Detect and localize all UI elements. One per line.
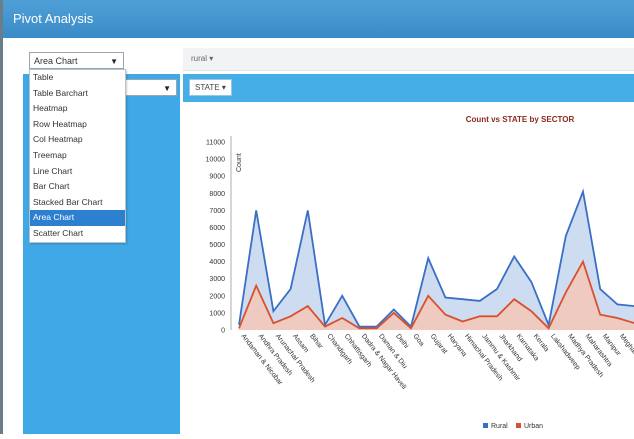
legend-swatch-rural [483, 423, 488, 428]
y-tick-label: 5000 [209, 242, 225, 249]
renderer-option[interactable]: Row Heatmap [30, 117, 125, 133]
area-chart: Count vs STATE by SECTOR Count 0 1000 2000 30… [206, 115, 634, 430]
chevron-down-icon: ▼ [110, 57, 118, 66]
renderer-option[interactable]: Scatter Chart [30, 226, 125, 242]
renderer-option[interactable]: Table Barchart [30, 86, 125, 102]
y-tick-label: 6000 [209, 225, 225, 232]
renderer-option[interactable]: Area Chart [30, 210, 125, 226]
y-tick-label: 7000 [209, 208, 225, 215]
y-tick-label: 10000 [206, 157, 226, 164]
renderer-option[interactable]: Bar Chart [30, 179, 125, 195]
x-tick-label: Goa [411, 333, 425, 348]
x-tick-label: Meghalaya [618, 333, 634, 364]
legend-label-urban: Urban [524, 423, 543, 430]
x-tick-label: Bihar [308, 333, 324, 351]
column-fields-bar: rural ▾ [183, 48, 634, 71]
y-tick-label: 1000 [209, 310, 225, 317]
y-tick-label: 2000 [209, 293, 225, 300]
renderer-dropdown-list: Table Table Barchart Heatmap Row Heatmap Col… [29, 69, 126, 243]
y-tick-label: 3000 [209, 276, 225, 283]
app-window: Pivot Analysis Area Chart ▼ ▼ Table Table… [0, 0, 634, 434]
chart-title: Count vs STATE by SECTOR [466, 115, 575, 124]
renderer-select[interactable]: Area Chart ▼ [29, 52, 124, 69]
renderer-option[interactable]: Line Chart [30, 164, 125, 180]
row-field-pill[interactable]: STATE ▾ [189, 79, 232, 96]
renderer-option[interactable]: Col Heatmap [30, 132, 125, 148]
y-tick-label: 8000 [209, 191, 225, 198]
window-title: Pivot Analysis [13, 11, 94, 26]
chart-area: Count vs STATE by SECTOR Count 0 1000 2000 30… [183, 102, 634, 434]
renderer-select-value: Area Chart [34, 56, 78, 66]
legend-label-rural: Rural [491, 423, 508, 430]
y-tick-label: 11000 [206, 140, 225, 147]
column-field-label: rural [191, 54, 208, 63]
y-axis-label: Count [236, 153, 243, 172]
x-tick-label: Delhi [394, 333, 410, 350]
renderer-option[interactable]: Table [30, 70, 125, 86]
renderer-option[interactable]: Heatmap [30, 101, 125, 117]
renderer-option[interactable]: Stacked Bar Chart [30, 195, 125, 211]
y-tick-label: 0 [221, 328, 225, 335]
y-tick-label: 9000 [209, 174, 225, 181]
chevron-down-icon: ▼ [163, 84, 171, 93]
row-field-label: STATE [195, 83, 220, 92]
x-tick-label: Gujarat [429, 333, 449, 355]
column-field-pill[interactable]: rural ▾ [191, 54, 213, 63]
title-bar: Pivot Analysis [3, 0, 634, 38]
y-tick-label: 4000 [209, 259, 225, 266]
row-fields-bar: STATE ▾ [183, 74, 634, 102]
renderer-option[interactable]: Treemap [30, 148, 125, 164]
legend-swatch-urban [516, 423, 521, 428]
